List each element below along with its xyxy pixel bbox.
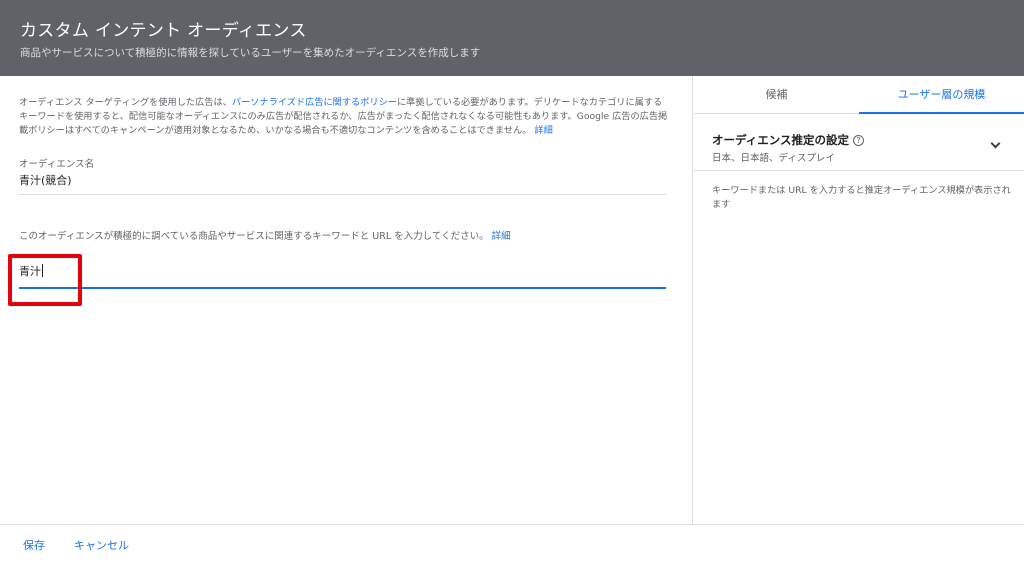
- help-icon[interactable]: ?: [852, 135, 864, 146]
- side-panel: 候補 ユーザー層の規模 オーディエンス推定の設定? 日本、日本語、ディスプレイ …: [694, 76, 1024, 524]
- estimate-note: キーワードまたは URL を入力すると推定オーディエンス規模が表示されます: [712, 185, 1011, 210]
- estimate-settings-subtitle: 日本、日本語、ディスプレイ: [712, 153, 835, 164]
- policy-details-link[interactable]: 詳細: [534, 125, 552, 136]
- dialog-subtitle: 商品やサービスについて積極的に情報を探しているユーザーを集めたオーディエンスを作…: [20, 47, 481, 59]
- side-tabs: 候補 ユーザー層の規模: [694, 76, 1024, 114]
- estimate-settings-title[interactable]: オーディエンス推定の設定?: [712, 132, 864, 148]
- cancel-button[interactable]: キャンセル: [74, 537, 129, 555]
- dialog-footer: 保存 キャンセル: [0, 524, 1024, 566]
- audience-name-label: オーディエンス名: [19, 159, 95, 170]
- tab-candidates[interactable]: 候補: [694, 76, 859, 114]
- keyword-details-link[interactable]: 詳細: [492, 231, 511, 242]
- tab-audience-size[interactable]: ユーザー層の規模: [859, 76, 1024, 114]
- chevron-down-icon[interactable]: [990, 138, 1001, 149]
- policy-notice: オーディエンス ターゲティングを使用した広告は、パーソナライズド広告に関するポリ…: [19, 96, 669, 138]
- highlight-annotation-box: [8, 254, 82, 306]
- personalized-ads-policy-link[interactable]: パーソナライズド広告に関するポリシー: [232, 97, 397, 108]
- estimate-divider: [694, 170, 1024, 171]
- dialog-title: カスタム インテント オーディエンス: [20, 21, 307, 41]
- audience-name-input[interactable]: 青汁(競合): [19, 173, 666, 195]
- keyword-input[interactable]: 青汁: [19, 264, 666, 289]
- keyword-prompt-text: このオーディエンスが積極的に調べている商品やサービスに関連するキーワードと UR…: [19, 231, 489, 242]
- keyword-prompt: このオーディエンスが積極的に調べている商品やサービスに関連するキーワードと UR…: [19, 230, 669, 244]
- estimate-settings-title-text: オーディエンス推定の設定: [712, 133, 849, 147]
- main-form-panel: オーディエンス ターゲティングを使用した広告は、パーソナライズド広告に関するポリ…: [0, 76, 693, 524]
- policy-text-1: オーディエンス ターゲティングを使用した広告は、: [19, 97, 232, 108]
- dialog-header: カスタム インテント オーディエンス 商品やサービスについて積極的に情報を探して…: [0, 0, 1024, 76]
- save-button[interactable]: 保存: [23, 537, 45, 555]
